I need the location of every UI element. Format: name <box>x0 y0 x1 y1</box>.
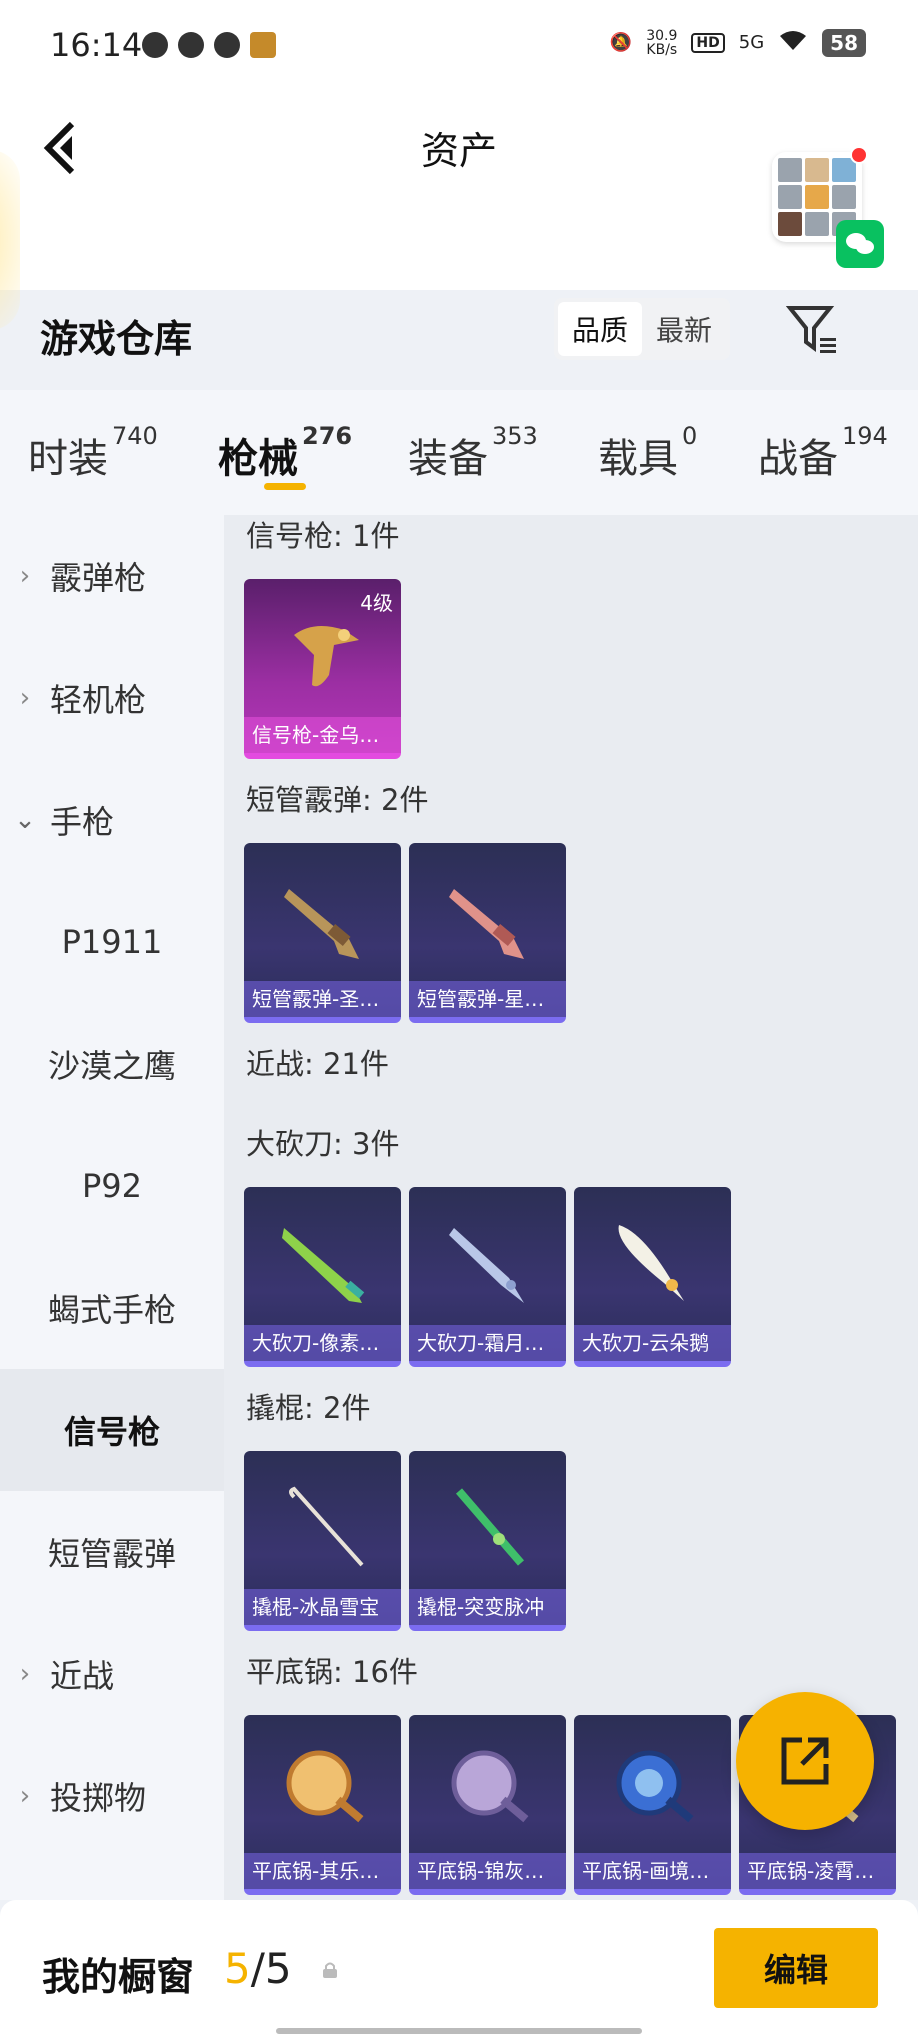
weapon-category-sidebar: › 霰弹枪 › 轻机枪 ⌄ 手枪 P1911 沙漠之鹰 P92 蝎式手枪 信号枪 短管… <box>0 515 224 1900</box>
item-label: 大砍刀-像素… <box>244 1325 401 1361</box>
item-label: 平底锅-其乐… <box>244 1853 401 1889</box>
sort-quality-button[interactable]: 品质 <box>558 302 643 356</box>
showcase-count: 5/5 <box>224 1944 292 1993</box>
item-label: 大砍刀-云朵鹅 <box>574 1325 731 1361</box>
frying-pan-icon <box>616 1750 694 1823</box>
notification-app-icon <box>178 32 204 58</box>
sidebar-item-desert-eagle[interactable]: 沙漠之鹰 <box>0 1003 224 1125</box>
sort-newest-button[interactable]: 最新 <box>642 302 726 356</box>
sidebar-item-p92[interactable]: P92 <box>0 1125 224 1247</box>
machete-icon <box>282 1228 365 1303</box>
unread-dot <box>850 146 868 164</box>
sidebar-item-shotgun[interactable]: › 霰弹枪 <box>0 515 224 637</box>
sidebar-item-throwables[interactable]: › 投掷物 <box>0 1735 224 1857</box>
item-card[interactable]: 撬棍-冰晶雪宝 <box>244 1451 401 1631</box>
network-speed: 30.9 KB/s <box>646 27 678 58</box>
wifi-icon <box>778 28 808 57</box>
sort-toggle: 品质 最新 <box>554 298 731 360</box>
item-card[interactable]: 大砍刀-像素… <box>244 1187 401 1367</box>
sidebar-item-sawed-off[interactable]: 短管霰弹 <box>0 1491 224 1613</box>
share-icon <box>781 1737 829 1785</box>
sidebar-item-pistol[interactable]: ⌄ 手枪 <box>0 759 224 881</box>
notification-app-icon <box>142 32 168 58</box>
sidebar-item-skorpion[interactable]: 蝎式手枪 <box>0 1247 224 1369</box>
active-tab-indicator <box>264 483 306 490</box>
item-card[interactable]: 大砍刀-霜月… <box>409 1187 566 1367</box>
frying-pan-icon <box>451 1750 529 1823</box>
tab-fashion[interactable]: 时装 740 <box>28 422 158 484</box>
home-indicator[interactable] <box>276 2028 642 2034</box>
hd-badge: HD <box>691 32 725 53</box>
sidebar-item-melee[interactable]: › 近战 <box>0 1613 224 1735</box>
lock-icon <box>320 1960 340 1985</box>
showcase-label: 我的橱窗 <box>42 1955 195 1999</box>
status-right: 🔕 30.9 KB/s HD 5G 58 <box>610 28 866 57</box>
chevron-right-icon: › <box>19 1659 31 1689</box>
item-card[interactable]: 短管霰弹-圣… <box>244 843 401 1023</box>
sidebar-item-lmg[interactable]: › 轻机枪 <box>0 637 224 759</box>
machete-icon <box>618 1225 684 1301</box>
item-card[interactable]: 撬棍-突变脉冲 <box>409 1451 566 1631</box>
crowbar-icon <box>455 1488 525 1566</box>
item-label: 撬棍-冰晶雪宝 <box>244 1589 401 1625</box>
item-label: 撬棍-突变脉冲 <box>409 1589 566 1625</box>
group-title: 短管霰弹: 2件 <box>246 783 429 817</box>
crowbar-icon <box>289 1486 364 1567</box>
share-button[interactable] <box>736 1692 874 1830</box>
group-title: 撬棍: 2件 <box>246 1391 371 1425</box>
group-title: 大砍刀: 3件 <box>246 1127 400 1161</box>
notification-icons <box>142 32 276 58</box>
item-card[interactable]: 大砍刀-云朵鹅 <box>574 1187 731 1367</box>
item-card[interactable]: 平底锅-锦灰… <box>409 1715 566 1895</box>
notification-game-icon <box>250 32 276 58</box>
item-label: 短管霰弹-星… <box>409 981 566 1017</box>
chevron-right-icon: › <box>19 1781 31 1811</box>
group-title: 信号枪: 1件 <box>246 519 400 553</box>
section-title: 游戏仓库 <box>40 317 193 361</box>
showcase-bar: 我的橱窗 5/5 编辑 <box>0 1900 918 2040</box>
chevron-right-icon: › <box>19 561 31 591</box>
battery-indicator: 58 <box>822 28 866 57</box>
item-label: 平底锅-凌霄… <box>739 1853 896 1889</box>
filter-icon <box>785 306 836 353</box>
shotgun-icon <box>449 889 524 959</box>
item-label: 大砍刀-霜月… <box>409 1325 566 1361</box>
item-card[interactable]: 短管霰弹-星… <box>409 843 566 1023</box>
notification-message-icon <box>214 32 240 58</box>
tab-tactical[interactable]: 战备 194 <box>758 422 888 484</box>
shotgun-icon <box>284 889 359 959</box>
item-card[interactable]: 平底锅-其乐… <box>244 1715 401 1895</box>
machete-icon <box>449 1228 524 1303</box>
flare-gun-icon <box>294 626 359 687</box>
edge-glow <box>0 150 20 330</box>
sidebar-item-flare-gun[interactable]: 信号枪 <box>0 1369 224 1491</box>
filter-button[interactable] <box>785 302 838 356</box>
app-header: 资产 游戏仓库 品质 最新 <box>0 90 918 361</box>
tab-vehicles[interactable]: 载具 0 <box>598 422 697 484</box>
status-time: 16:14 <box>50 26 143 64</box>
status-bar: 16:14 🔕 30.9 KB/s HD 5G 58 <box>0 0 918 90</box>
sidebar-item-p1911[interactable]: P1911 <box>0 881 224 1003</box>
item-label: 短管霰弹-圣… <box>244 981 401 1017</box>
group-title: 平底锅: 16件 <box>246 1655 418 1689</box>
frying-pan-icon <box>286 1750 364 1823</box>
item-label: 平底锅-画境… <box>574 1853 731 1889</box>
chevron-down-icon: ⌄ <box>14 805 36 835</box>
group-title: 近战: 21件 <box>246 1047 389 1081</box>
network-type: 5G <box>738 32 765 53</box>
item-label: 信号枪-金乌… <box>244 717 401 753</box>
tab-firearms[interactable]: 枪械 276 <box>218 422 352 484</box>
tab-equipment[interactable]: 装备 353 <box>408 422 538 484</box>
mute-icon: 🔕 <box>609 32 633 53</box>
item-card[interactable]: 平底锅-画境… <box>574 1715 731 1895</box>
chevron-right-icon: › <box>19 683 31 713</box>
item-card[interactable]: 4级 信号枪-金乌… <box>244 579 401 759</box>
edit-button[interactable]: 编辑 <box>714 1928 878 2008</box>
category-tabs: 时装 740 枪械 276 装备 353 载具 0 战备 194 <box>0 390 918 515</box>
item-label: 平底锅-锦灰… <box>409 1853 566 1889</box>
wechat-icon[interactable] <box>836 220 884 268</box>
